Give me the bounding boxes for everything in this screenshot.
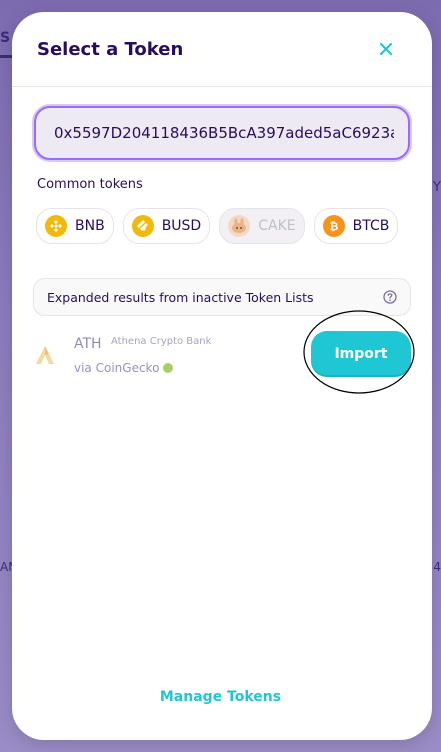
token-chip-label: BNB	[75, 218, 105, 234]
token-chip-bnb[interactable]: BNB	[36, 208, 114, 244]
token-chip-cake[interactable]: CAKE	[219, 208, 305, 244]
token-chip-busd[interactable]: BUSD	[122, 208, 211, 244]
info-text: Expanded results from inactive Token Lis…	[47, 289, 314, 305]
token-name: Athena Crypto Bank	[111, 336, 212, 347]
bnb-icon	[45, 215, 67, 237]
token-chip-label: CAKE	[258, 218, 296, 234]
close-button[interactable]	[376, 39, 396, 59]
common-tokens-label: Common tokens	[37, 177, 143, 192]
token-source: via CoinGecko	[74, 361, 174, 375]
background-edge-text: Y	[433, 180, 441, 195]
help-icon[interactable]	[383, 290, 397, 304]
token-chip-label: BTCB	[352, 218, 390, 234]
import-button[interactable]: Import	[311, 331, 411, 377]
token-source-label: via CoinGecko	[74, 361, 160, 375]
token-chip-btcb[interactable]: ₿ BTCB	[313, 208, 399, 244]
inactive-lists-info-bar: Expanded results from inactive Token Lis…	[33, 278, 411, 316]
token-chip-label: BUSD	[161, 218, 202, 234]
common-tokens-list: BNB BUSD CAKE ₿ BTCB	[36, 208, 399, 244]
busd-icon	[131, 215, 154, 237]
svg-text:₿: ₿	[329, 220, 338, 233]
modal-title: Select a Token	[37, 38, 184, 60]
manage-tokens-link[interactable]: Manage Tokens	[0, 689, 441, 705]
token-search-input[interactable]	[34, 106, 410, 160]
btcb-icon: ₿	[322, 215, 345, 237]
close-icon	[379, 42, 393, 56]
coingecko-icon	[163, 363, 174, 373]
athena-logo-icon	[36, 346, 54, 364]
token-symbol: ATH	[74, 336, 102, 352]
cake-icon	[228, 215, 251, 237]
modal-header: Select a Token	[12, 12, 432, 87]
background-edge-text: 4	[433, 560, 441, 574]
search-wrapper	[34, 106, 410, 160]
